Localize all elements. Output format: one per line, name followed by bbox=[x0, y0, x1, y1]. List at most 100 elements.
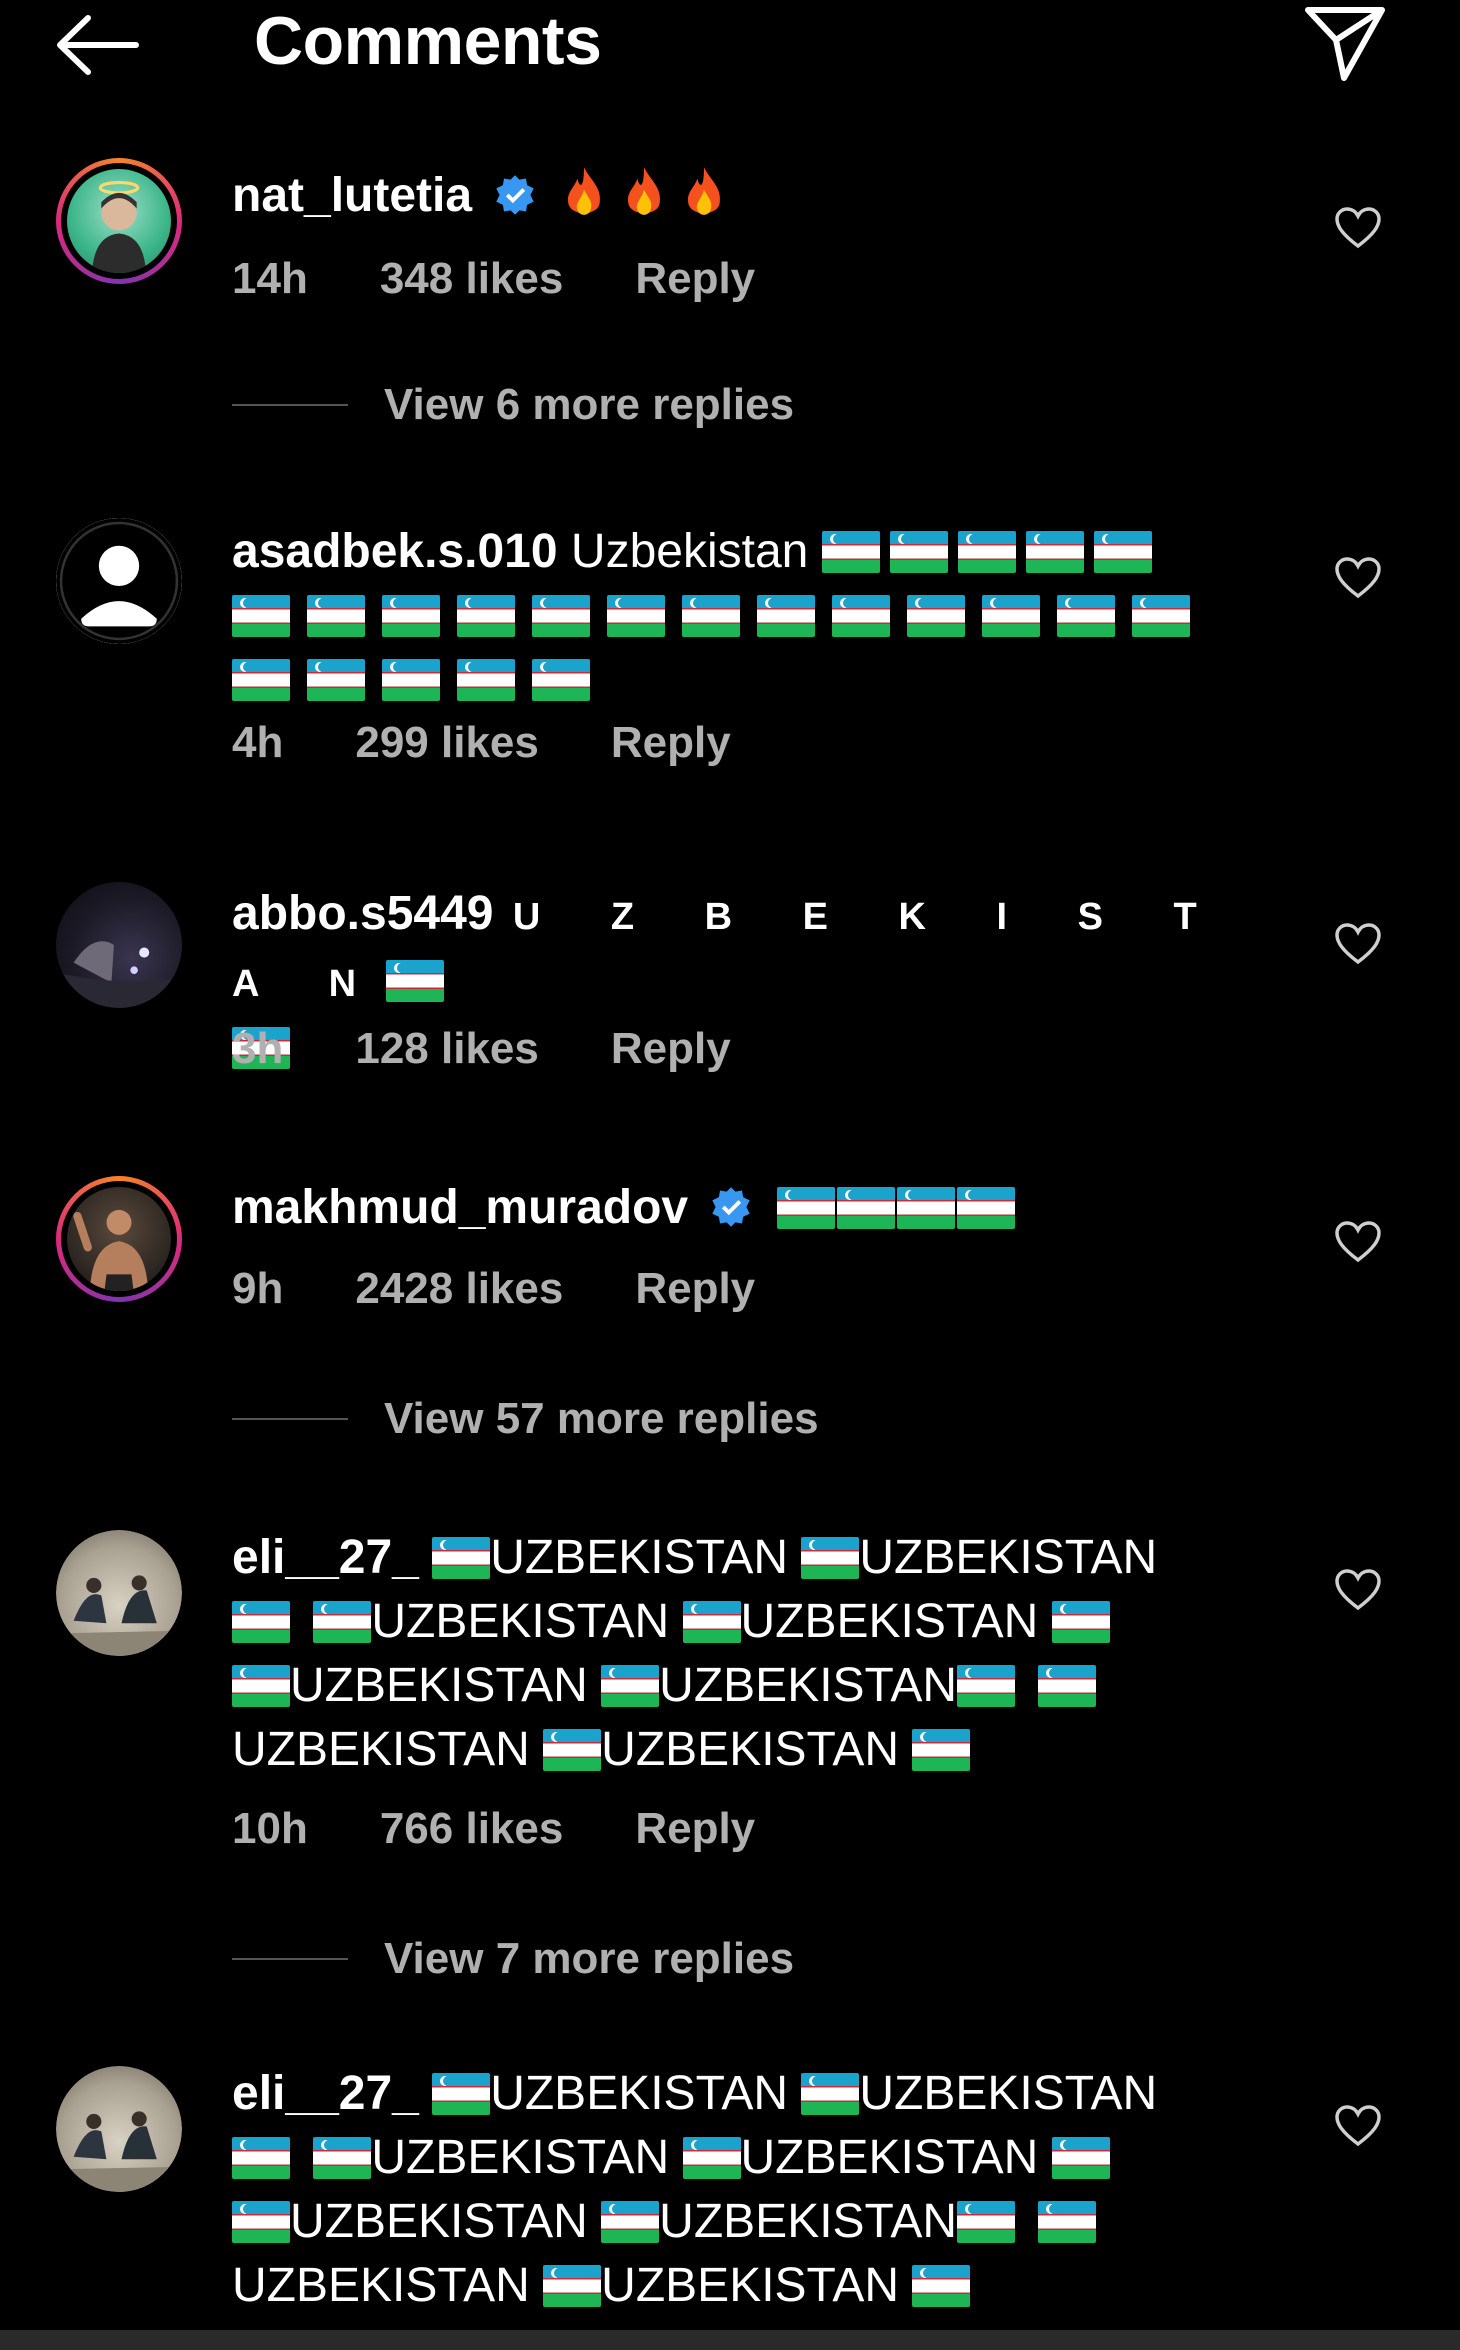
uzbekistan-flag-icon bbox=[957, 531, 1016, 573]
uzbekistan-flag-icon bbox=[836, 1187, 895, 1229]
comment-meta: 9h 2428 likes Reply bbox=[232, 1264, 827, 1314]
timestamp: 3h bbox=[232, 1024, 284, 1073]
uzbekistan-flag-icon bbox=[457, 595, 515, 637]
comment-meta: 4h 299 likes Reply bbox=[232, 718, 803, 768]
uzbekistan-flag-icon bbox=[382, 659, 440, 701]
reply-button[interactable]: Reply bbox=[635, 1264, 755, 1314]
avatar[interactable] bbox=[56, 882, 182, 1008]
avatar[interactable] bbox=[56, 2066, 182, 2192]
comment-text: UZBEKISTAN bbox=[601, 1723, 899, 1776]
uzbekistan-flag-icon bbox=[757, 595, 815, 637]
like-count[interactable]: 299 likes bbox=[355, 718, 539, 768]
arrow-left-icon bbox=[57, 15, 139, 75]
timestamp: 10h bbox=[232, 1804, 308, 1853]
view-more-replies-label: View 6 more replies bbox=[384, 380, 795, 429]
uzbekistan-flag-icon bbox=[457, 659, 515, 701]
uzbekistan-flag-icon bbox=[832, 595, 890, 637]
username[interactable]: abbo.s5449 bbox=[232, 887, 493, 940]
comment-body: eli__27_ UZBEKISTAN UZBEKISTAN UZBEKISTA… bbox=[232, 1526, 1252, 1782]
reply-button[interactable]: Reply bbox=[611, 1024, 731, 1074]
divider-line bbox=[232, 1958, 348, 1960]
uzbekistan-flag-icon bbox=[956, 1187, 1015, 1229]
uzbekistan-flag-icon bbox=[313, 1601, 372, 1643]
fire-icon bbox=[627, 167, 660, 215]
avatar[interactable] bbox=[56, 158, 182, 284]
view-more-replies[interactable]: View 7 more replies bbox=[232, 1934, 794, 1984]
uzbekistan-flag-icon bbox=[1093, 531, 1152, 573]
like-count[interactable]: 2428 likes bbox=[355, 1264, 563, 1314]
uzbekistan-flag-icon bbox=[1132, 595, 1190, 637]
comment-text: UZBEKISTAN bbox=[371, 2131, 670, 2184]
uzbekistan-flag-icon bbox=[601, 1665, 660, 1707]
comment-body: asadbek.s.010 Uzbekistan bbox=[232, 520, 1252, 712]
view-more-replies[interactable]: View 6 more replies bbox=[232, 380, 794, 430]
uzbekistan-flag-icon bbox=[982, 595, 1040, 637]
avatar[interactable] bbox=[56, 518, 182, 644]
uzbekistan-flag-icon bbox=[912, 1729, 971, 1771]
uzbekistan-flag-icon bbox=[543, 1729, 602, 1771]
verified-badge-icon bbox=[496, 175, 535, 215]
heart-icon[interactable] bbox=[1334, 1568, 1382, 1612]
username[interactable]: nat_lutetia bbox=[232, 169, 472, 222]
view-more-replies-label: View 7 more replies bbox=[384, 1934, 795, 1983]
uzbekistan-flag-icon bbox=[907, 595, 965, 637]
heart-icon[interactable] bbox=[1334, 556, 1382, 600]
reply-button[interactable]: Reply bbox=[635, 254, 755, 304]
comment-text: UZBEKISTAN bbox=[371, 1595, 670, 1648]
heart-icon[interactable] bbox=[1334, 1220, 1382, 1264]
like-count[interactable]: 128 likes bbox=[355, 1024, 539, 1074]
back-button[interactable] bbox=[52, 10, 144, 80]
reply-button[interactable]: Reply bbox=[635, 1804, 755, 1854]
bottom-edge bbox=[0, 2330, 1460, 2350]
uzbekistan-flag-icon bbox=[912, 2265, 971, 2307]
uzbekistan-flag-icon bbox=[682, 595, 740, 637]
avatar[interactable] bbox=[56, 1176, 182, 1302]
comment-text: Uzbekistan bbox=[570, 525, 809, 578]
uzbekistan-flag-icon bbox=[957, 1665, 1015, 1707]
comment-text: UZBEKISTAN bbox=[232, 1723, 530, 1776]
uzbekistan-flag-icon bbox=[957, 2201, 1015, 2243]
uzbekistan-flag-icon bbox=[543, 2265, 602, 2307]
uzbekistan-flag-icon bbox=[432, 2073, 491, 2115]
comment-text: UZBEKISTAN bbox=[290, 1659, 588, 1712]
uzbekistan-flag-icon bbox=[386, 960, 445, 1002]
fire-emoji-group bbox=[561, 167, 741, 222]
like-count[interactable]: 348 likes bbox=[380, 254, 564, 304]
username[interactable]: makhmud_muradov bbox=[232, 1181, 688, 1234]
comment-body: makhmud_muradov bbox=[232, 1176, 1252, 1240]
comment-text: UZBEKISTAN bbox=[740, 2131, 1039, 2184]
view-more-replies[interactable]: View 57 more replies bbox=[232, 1394, 819, 1444]
uzbekistan-flag-icon bbox=[821, 531, 880, 573]
username[interactable]: eli__27_ bbox=[232, 1531, 419, 1584]
username[interactable]: eli__27_ bbox=[232, 2067, 419, 2120]
uzbekistan-flag-icon bbox=[776, 1187, 835, 1229]
comment-meta: 3h 128 likes Reply bbox=[232, 1024, 803, 1074]
share-button[interactable] bbox=[1300, 0, 1390, 86]
uzbekistan-flag-icon bbox=[232, 2201, 290, 2243]
like-count[interactable]: 766 likes bbox=[380, 1804, 564, 1854]
reply-button[interactable]: Reply bbox=[611, 718, 731, 768]
heart-icon[interactable] bbox=[1334, 206, 1382, 250]
uzbekistan-flag-icon bbox=[232, 2137, 290, 2179]
uzbekistan-flag-icon bbox=[889, 531, 948, 573]
comment-text: UZBEKISTAN bbox=[740, 1595, 1039, 1648]
uzbekistan-flag-icon bbox=[801, 1537, 860, 1579]
heart-icon[interactable] bbox=[1334, 922, 1382, 966]
avatar[interactable] bbox=[56, 1530, 182, 1656]
timestamp: 9h bbox=[232, 1264, 284, 1313]
comment-text: UZBEKISTAN bbox=[232, 2259, 530, 2312]
uzbekistan-flag-icon bbox=[801, 2073, 860, 2115]
heart-icon[interactable] bbox=[1334, 2104, 1382, 2148]
comment-text: UZBEKISTAN bbox=[659, 1659, 957, 1712]
uzbekistan-flag-icon bbox=[1038, 2201, 1097, 2243]
username[interactable]: asadbek.s.010 bbox=[232, 525, 558, 578]
comment-body: eli__27_ UZBEKISTAN UZBEKISTAN UZBEKISTA… bbox=[232, 2062, 1252, 2318]
uzbekistan-flag-icon bbox=[1057, 595, 1115, 637]
divider-line bbox=[232, 1418, 348, 1420]
uzbekistan-flag-icon bbox=[232, 595, 290, 637]
comment-meta: 10h 766 likes Reply bbox=[232, 1804, 827, 1854]
comment-meta: 14h 348 likes Reply bbox=[232, 254, 827, 304]
uzbekistan-flag-icon bbox=[232, 1601, 290, 1643]
paper-plane-icon bbox=[1305, 7, 1385, 81]
comment-text: UZBEKISTAN bbox=[290, 2195, 588, 2248]
